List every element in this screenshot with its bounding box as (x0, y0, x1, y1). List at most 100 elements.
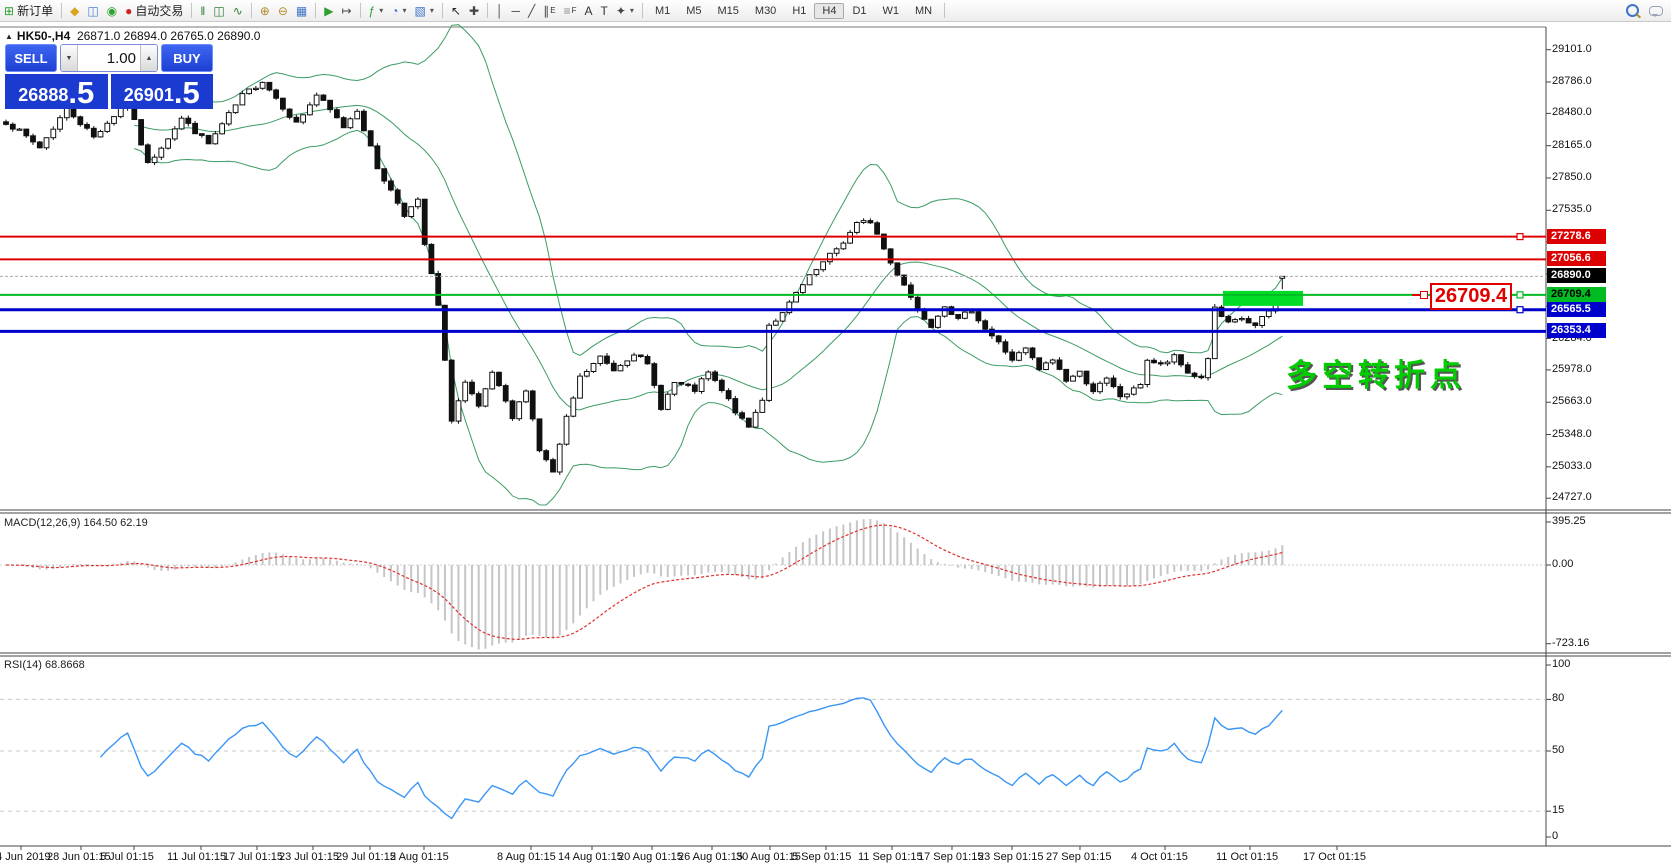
chart-canvas[interactable] (0, 22, 1671, 865)
signals-icon[interactable]: ◉ (103, 3, 121, 19)
candle-body (1265, 310, 1272, 317)
candle-body (536, 418, 543, 452)
indicators-dropdown[interactable]: ƒ ▾ (365, 3, 388, 19)
candle-body (867, 220, 874, 224)
candle-body (23, 128, 30, 137)
autotrading-button-label: 自动交易 (135, 3, 184, 18)
candle-body (1016, 352, 1022, 361)
timeframe-button-D1[interactable]: D1 (844, 3, 874, 19)
time-axis-label: 26 Aug 01:15 (678, 851, 743, 863)
candle-body (84, 124, 90, 129)
tile-windows-icon[interactable]: ▦ (292, 3, 311, 19)
volume-decrease-button[interactable]: ▼ (61, 45, 78, 71)
cursor-tool[interactable]: ↖ (447, 3, 465, 19)
volume-increase-button[interactable]: ▲ (140, 45, 157, 71)
line-chart-type-icon[interactable]: ∿ (229, 3, 247, 19)
candle-body (1259, 316, 1265, 326)
level-handle[interactable] (1516, 306, 1524, 314)
dropdown-arrow-icon[interactable]: ▾ (430, 4, 434, 18)
time-axis-label: 11 Oct 01:15 (1216, 851, 1279, 863)
candle-body (705, 371, 712, 380)
candle-body (334, 109, 340, 119)
sell-price-button[interactable]: 26888 .5 (5, 74, 108, 109)
chat-icon[interactable] (1649, 5, 1663, 17)
new-order-button-label: 新订单 (17, 3, 54, 18)
timeframe-button-M30[interactable]: M30 (747, 3, 784, 19)
collapse-oct-icon[interactable]: ▲ (5, 32, 13, 41)
level-handle[interactable] (1516, 233, 1524, 241)
candle-body (9, 123, 16, 130)
candle-body (1063, 368, 1070, 382)
candle-body (955, 314, 962, 319)
candle-body (280, 97, 286, 110)
timeframe-button-H1[interactable]: H1 (784, 3, 814, 19)
price-callout-box[interactable]: 26709.4 (1430, 282, 1512, 310)
periods-dropdown[interactable]: ◔ ▾ (387, 3, 410, 19)
candle-body (698, 378, 705, 392)
profiles-icon[interactable]: ◆ (66, 3, 83, 19)
crosshair-tool[interactable]: ✚ (465, 3, 483, 19)
autotrading-button[interactable]: ● 自动交易 (121, 3, 187, 19)
text-tool[interactable]: A (581, 3, 597, 19)
chart-shift-icon[interactable]: ↦ (337, 3, 355, 19)
candle-body (239, 93, 246, 106)
timeframe-button-M5[interactable]: M5 (678, 3, 709, 19)
candle-body (97, 131, 104, 138)
zoom-in-icon[interactable]: ⊕ (256, 3, 274, 19)
label-tool[interactable]: T (597, 3, 612, 19)
trendline-tool[interactable]: ╱ (524, 3, 539, 19)
candlestick-chart-type-icon-glyph: ◫ (213, 3, 225, 18)
templates-dropdown[interactable]: ▧ ▾ (411, 3, 438, 19)
cloud-terminal-icon[interactable]: ◫ (83, 3, 102, 19)
level-handle[interactable] (1516, 291, 1524, 299)
equidistant-channel-tool[interactable]: ∥ E (539, 3, 559, 19)
buy-button[interactable]: BUY (161, 44, 213, 72)
candle-body (847, 231, 854, 244)
candle-body (671, 382, 678, 395)
bar-chart-type-icon[interactable]: ‖ (196, 3, 209, 19)
candle-body (307, 104, 313, 116)
candle-body (138, 119, 144, 146)
candle-body (462, 381, 469, 402)
horizontal-line-tool[interactable]: ─ (508, 3, 525, 19)
vertical-line-tool[interactable]: │ (492, 3, 508, 19)
candle-body (205, 134, 212, 145)
volume-input[interactable] (78, 45, 140, 71)
candle-body (1245, 318, 1252, 324)
candle-body (745, 417, 752, 428)
candle-body (1124, 393, 1130, 398)
candle-body (1157, 362, 1164, 365)
fibonacci-tool[interactable]: ≡ F (560, 3, 581, 19)
candlestick-chart-type-icon[interactable]: ◫ (209, 3, 228, 19)
price-axis-label: 25663.0 (1552, 395, 1592, 408)
chinese-annotation-text[interactable]: 多空转折点 (1286, 350, 1466, 395)
dropdown-arrow-icon[interactable]: ▾ (379, 4, 383, 18)
dropdown-arrow-icon[interactable]: ▾ (630, 4, 634, 18)
timeframe-button-M15[interactable]: M15 (710, 3, 747, 19)
new-order-button[interactable]: ⊞ 新订单 (0, 3, 57, 19)
candle-body (1238, 318, 1245, 321)
timeframe-button-H4[interactable]: H4 (814, 2, 845, 19)
price-axis-label: 27535.0 (1552, 203, 1592, 216)
candle-body (840, 242, 847, 250)
zoom-out-icon[interactable]: ⊖ (274, 3, 292, 19)
candle-body (766, 324, 773, 401)
candle-body (482, 388, 489, 407)
timeframe-button-W1[interactable]: W1 (875, 3, 908, 19)
candle-body (800, 284, 806, 294)
toolbar-separator (487, 3, 488, 18)
sell-button[interactable]: SELL (5, 44, 57, 72)
search-icon[interactable] (1626, 4, 1639, 17)
arrows-dropdown[interactable]: ✦ ▾ (612, 3, 638, 19)
price-callout-anchor (1420, 290, 1428, 299)
candle-body (1144, 359, 1151, 385)
dropdown-arrow-icon[interactable]: ▾ (403, 4, 407, 18)
timeframe-button-MN[interactable]: MN (907, 3, 940, 19)
buy-price-button[interactable]: 26901 .5 (110, 74, 213, 109)
time-axis-label: 20 Aug 01:15 (618, 851, 683, 863)
timeframe-button-M1[interactable]: M1 (647, 3, 678, 19)
time-axis-label: 2 Aug 01:15 (390, 851, 449, 863)
auto-scroll-icon[interactable]: ▶ (320, 3, 337, 19)
candle-body (165, 138, 171, 149)
highlight-rectangle[interactable] (1223, 290, 1303, 306)
